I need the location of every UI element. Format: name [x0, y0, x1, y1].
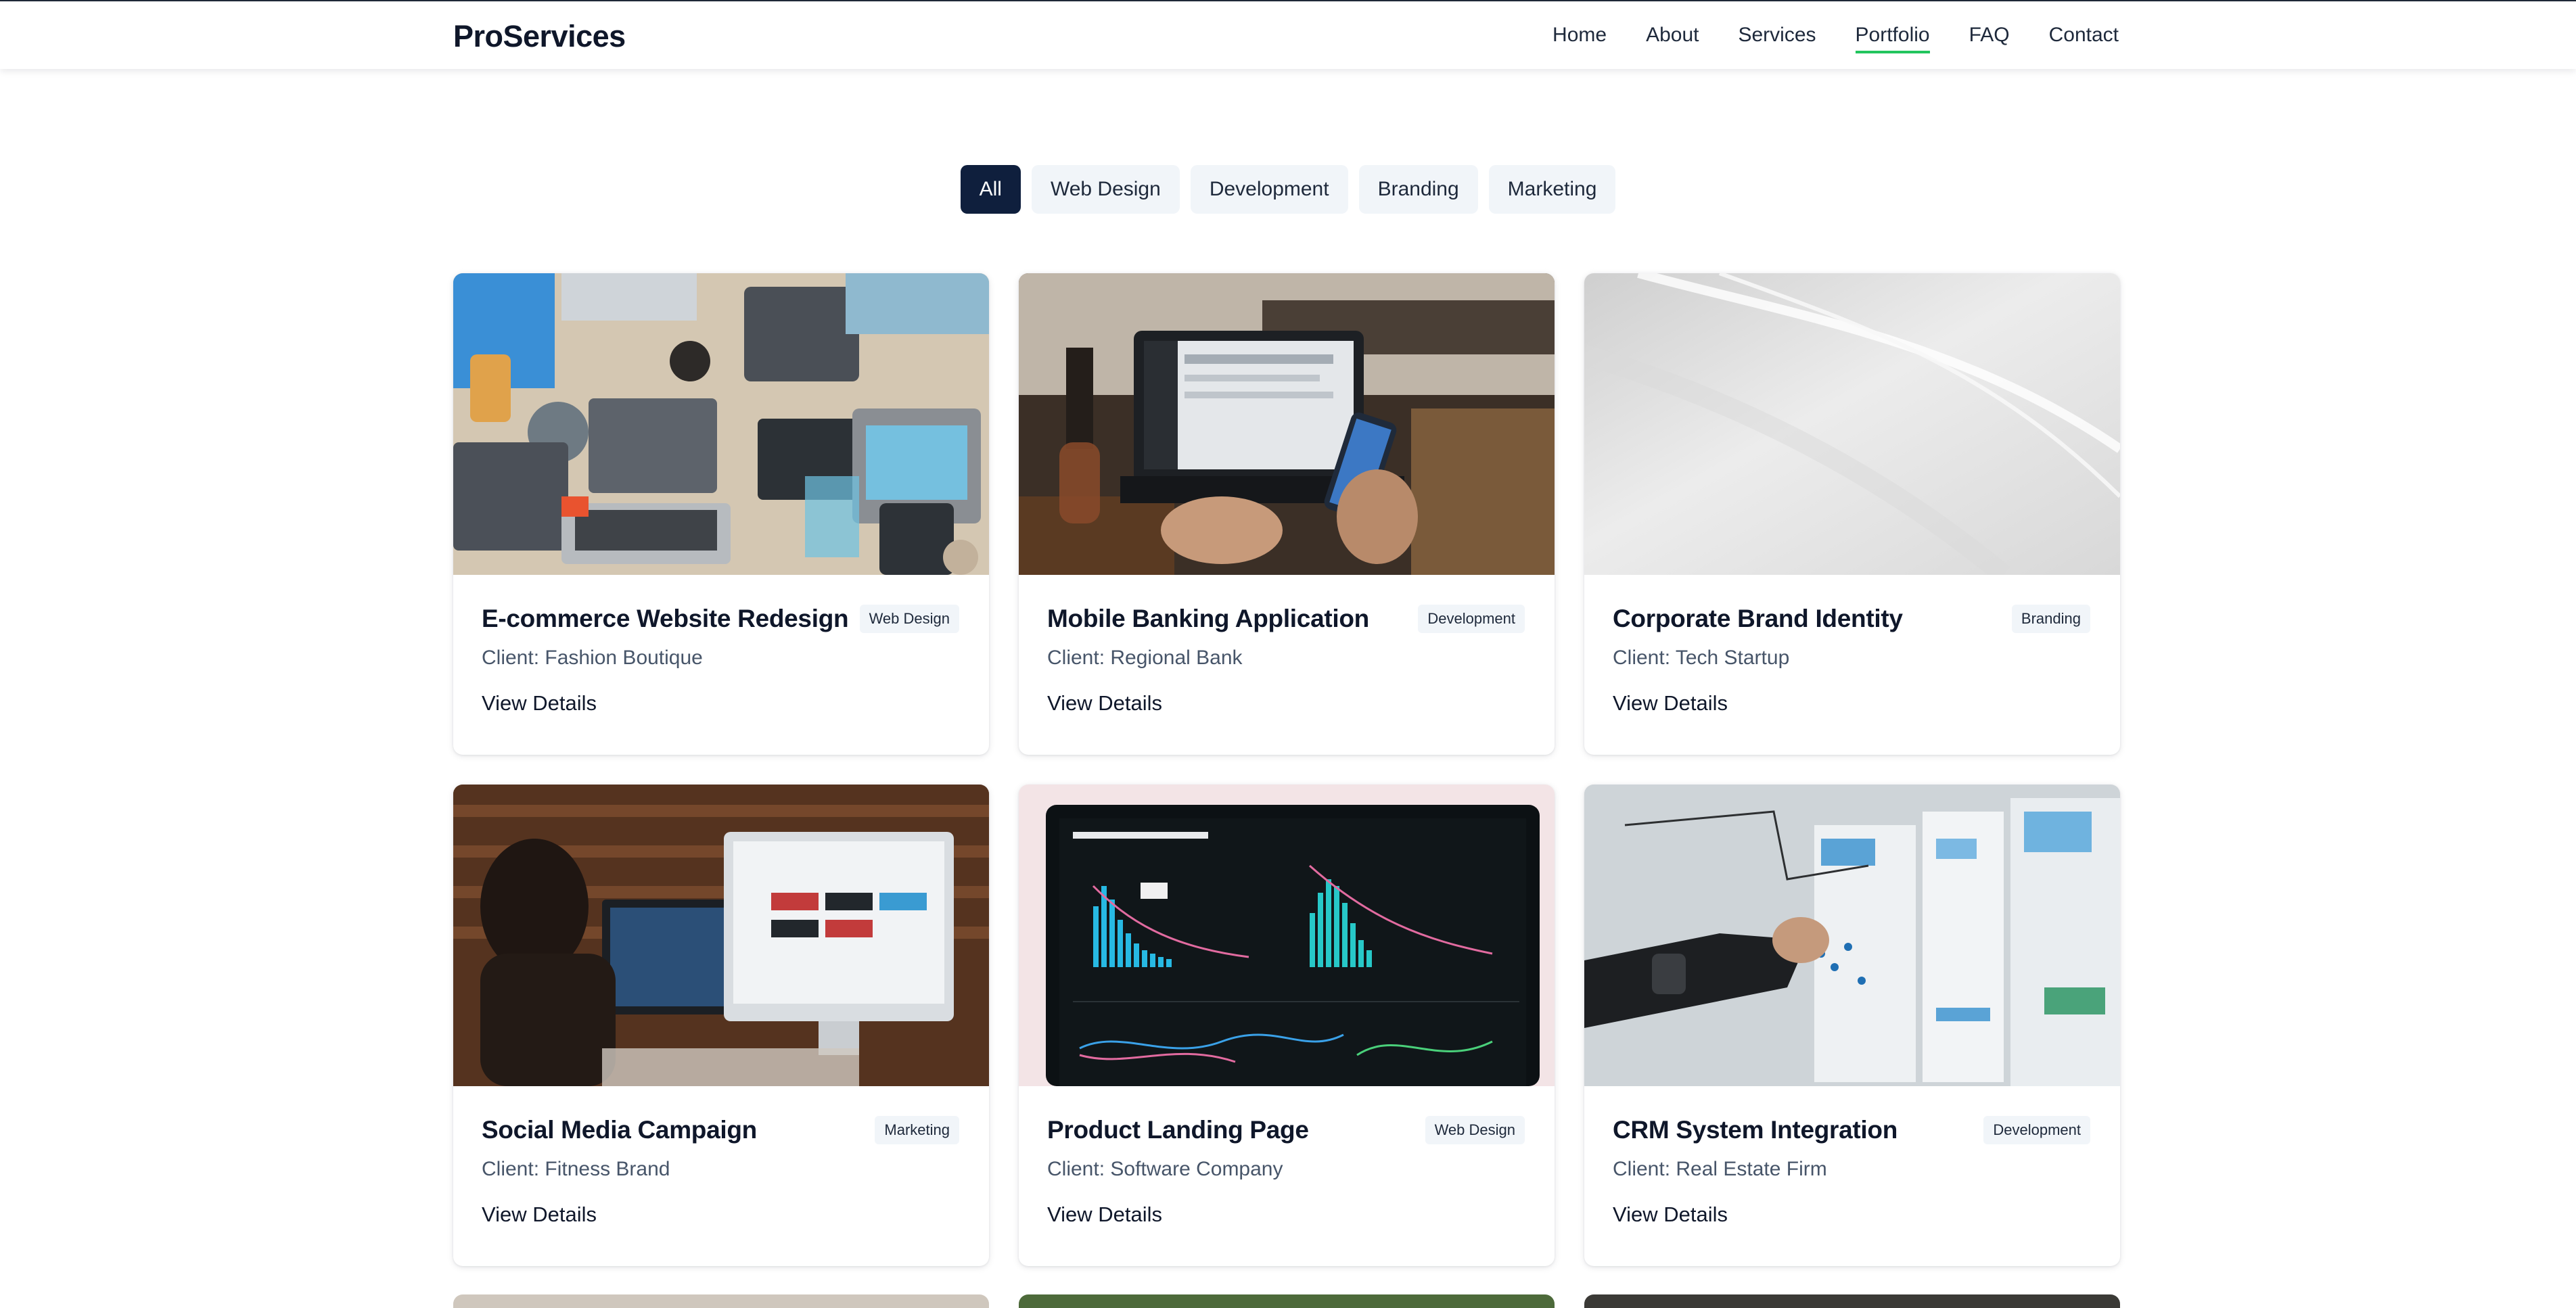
view-details-link[interactable]: View Details [1047, 691, 1162, 716]
project-image-designer-monitors[interactable] [453, 785, 989, 1086]
project-card-peek [453, 1294, 989, 1308]
portfolio-grid: E-commerce Website Redesign Web Design C… [453, 273, 2120, 1266]
project-client: Client: Software Company [1047, 1158, 1283, 1180]
project-card: Mobile Banking Application Development C… [1019, 273, 1555, 755]
category-badge: Development [1983, 1116, 2090, 1144]
portfolio-filters: All Web Design Development Branding Mark… [0, 165, 2576, 214]
project-image-planning-board[interactable] [1584, 785, 2120, 1086]
filter-all[interactable]: All [960, 165, 1021, 214]
view-details-link[interactable]: View Details [482, 691, 597, 716]
site-header: ProServices Home About Services Portfoli… [0, 0, 2576, 69]
card-body: E-commerce Website Redesign Web Design C… [453, 575, 989, 716]
category-badge: Web Design [859, 605, 959, 633]
project-card-peek [1584, 1294, 2120, 1308]
project-client: Client: Fitness Brand [482, 1158, 670, 1180]
project-card-peek [1019, 1294, 1555, 1308]
project-client: Client: Regional Bank [1047, 647, 1243, 669]
project-image-laptops-table[interactable] [453, 273, 989, 575]
brand-logo[interactable]: ProServices [453, 19, 626, 54]
card-body: Corporate Brand Identity Branding Client… [1584, 575, 2120, 716]
project-client: Client: Real Estate Firm [1613, 1158, 1827, 1180]
view-details-link[interactable]: View Details [1047, 1202, 1162, 1227]
project-card: Corporate Brand Identity Branding Client… [1584, 273, 2120, 755]
project-image-analytics-dashboard[interactable] [1019, 785, 1555, 1086]
project-client: Client: Tech Startup [1613, 647, 1790, 669]
view-details-link[interactable]: View Details [482, 1202, 597, 1227]
filter-branding[interactable]: Branding [1358, 165, 1478, 214]
filter-web-design[interactable]: Web Design [1031, 165, 1180, 214]
filter-marketing[interactable]: Marketing [1488, 165, 1616, 214]
card-body: Social Media Campaign Marketing Client: … [453, 1086, 989, 1227]
category-badge: Web Design [1425, 1116, 1525, 1144]
card-body: CRM System Integration Development Clien… [1584, 1086, 2120, 1227]
main-nav: Home About Services Portfolio FAQ Contac… [1552, 24, 2119, 53]
category-badge: Marketing [875, 1116, 959, 1144]
nav-services[interactable]: Services [1738, 24, 1816, 53]
view-details-link[interactable]: View Details [1613, 1202, 1728, 1227]
project-image-abstract-white[interactable] [1584, 273, 2120, 575]
project-card: CRM System Integration Development Clien… [1584, 785, 2120, 1266]
project-card: Social Media Campaign Marketing Client: … [453, 785, 989, 1266]
view-details-link[interactable]: View Details [1613, 691, 1728, 716]
project-card: E-commerce Website Redesign Web Design C… [453, 273, 989, 755]
nav-contact[interactable]: Contact [2049, 24, 2119, 53]
project-card: Product Landing Page Web Design Client: … [1019, 785, 1555, 1266]
filter-development[interactable]: Development [1190, 165, 1348, 214]
project-image-mobile-banking[interactable] [1019, 273, 1555, 575]
nav-home[interactable]: Home [1552, 24, 1607, 53]
project-client: Client: Fashion Boutique [482, 647, 703, 669]
card-body: Product Landing Page Web Design Client: … [1019, 1086, 1555, 1227]
category-badge: Development [1418, 605, 1525, 633]
nav-about[interactable]: About [1646, 24, 1699, 53]
card-body: Mobile Banking Application Development C… [1019, 575, 1555, 716]
nav-portfolio[interactable]: Portfolio [1855, 24, 1930, 53]
nav-faq[interactable]: FAQ [1969, 24, 2010, 53]
category-badge: Branding [2011, 605, 2090, 633]
